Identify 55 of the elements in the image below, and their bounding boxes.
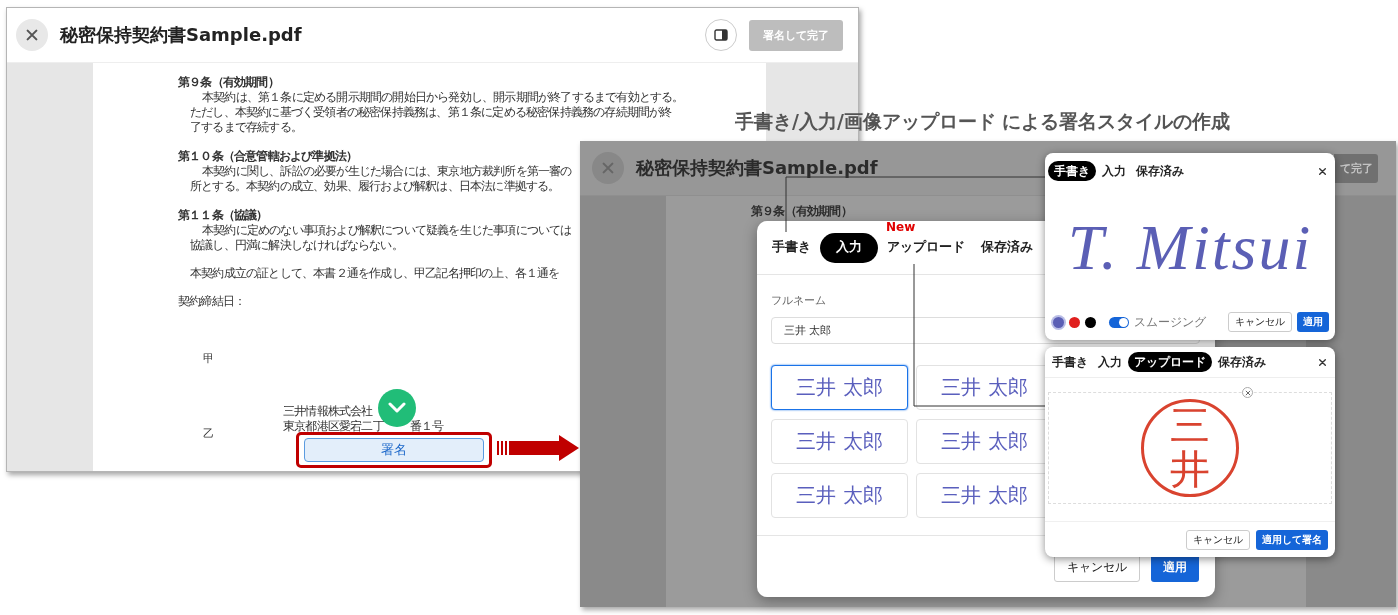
tab[interactable]: 保存済み xyxy=(1132,161,1188,181)
new-label: New xyxy=(886,219,916,234)
toggle-switch[interactable] xyxy=(1109,316,1129,328)
document-text: 本契約に定めのない事項および解釈について疑義を生じた事項については xyxy=(201,223,572,238)
close-icon xyxy=(1317,166,1327,176)
window-title: 秘密保持契約書Sample.pdf xyxy=(636,156,878,180)
tab[interactable]: アップロード xyxy=(1128,352,1212,372)
window-title: 秘密保持契約書Sample.pdf xyxy=(60,23,302,47)
address-text: 番１号 xyxy=(409,419,444,434)
remove-button[interactable] xyxy=(1242,387,1253,398)
tab[interactable]: 入力 xyxy=(820,232,878,263)
apply-button[interactable]: 適用 xyxy=(1297,312,1329,332)
article-heading: 第９条（有効期間） xyxy=(751,204,852,219)
document-text: 了するまで存続する。 xyxy=(189,120,302,135)
article-heading: 第９条（有効期間） xyxy=(178,75,279,90)
article-heading: 第１１条（協議） xyxy=(178,208,268,223)
handwritten-signature: T. Mitsui xyxy=(1067,210,1313,285)
signature-style-option[interactable]: 三井 太郎 xyxy=(771,365,908,410)
close-icon xyxy=(1317,357,1327,367)
party-label: 甲 xyxy=(202,351,215,366)
signature-style-option[interactable]: 三井 太郎 xyxy=(771,473,908,518)
tab[interactable]: 手書き xyxy=(1048,161,1096,181)
document-text: 本契約は、第１条に定める開示期間の開始日から発効し、開示期間が終了するまで有効とする。 xyxy=(201,90,684,105)
party-label: 乙 xyxy=(202,426,215,441)
tab[interactable]: 入力 xyxy=(1098,161,1130,181)
color-swatch[interactable] xyxy=(1069,316,1080,328)
signature-style-option[interactable]: 三井 太郎 xyxy=(771,419,908,464)
cancel-button[interactable]: キャンセル xyxy=(1228,312,1292,332)
sign-button[interactable]: 署名 xyxy=(304,438,484,462)
document-text: 契約締結日： xyxy=(178,294,246,309)
sidebar-button[interactable] xyxy=(705,19,737,51)
color-swatch[interactable] xyxy=(1085,316,1096,328)
field-label: フルネーム xyxy=(771,293,827,308)
article-heading: 第１０条（合意管轄および準拠法） xyxy=(178,149,358,164)
tab[interactable]: 保存済み xyxy=(974,232,1040,263)
tab[interactable]: 保存済み xyxy=(1214,352,1270,372)
document-text: 協議し、円満に解決しなければならない。 xyxy=(189,238,403,253)
close-icon xyxy=(1244,389,1251,396)
close-icon xyxy=(25,28,39,42)
document-text: 所とする。本契約の成立、効果、履行および解釈は、日本法に準拠する。 xyxy=(189,179,560,194)
cancel-button[interactable]: キャンセル xyxy=(1186,530,1250,550)
seal-stamp: 三井 xyxy=(1141,399,1239,497)
company-name: 三井情報株式会社 xyxy=(283,404,373,419)
apply-button[interactable]: 適用して署名 xyxy=(1256,530,1328,550)
tab[interactable]: 手書き xyxy=(765,232,818,263)
caption-text: 手書き/入力/画像アップロード による署名スタイルの作成 xyxy=(735,109,1231,134)
tab[interactable]: アップロード xyxy=(880,232,972,263)
address-text: 東京都港区愛宕二丁 xyxy=(283,419,384,434)
close-icon xyxy=(601,161,615,175)
sidebar-icon xyxy=(714,29,728,41)
document-text: ただし、本契約に基づく受領者の秘密保持義務は、第１条に定める秘密保持義務の存続期間が終 xyxy=(189,105,672,120)
document-text: 本契約成立の証として、本書２通を作成し、甲乙記名押印の上、各１通を xyxy=(189,266,560,281)
tab[interactable]: 入力 xyxy=(1094,352,1126,372)
document-text: 本契約に関し、訴訟の必要が生じた場合には、東京地方裁判所を第一審の xyxy=(201,164,572,179)
color-swatch[interactable] xyxy=(1053,316,1064,328)
